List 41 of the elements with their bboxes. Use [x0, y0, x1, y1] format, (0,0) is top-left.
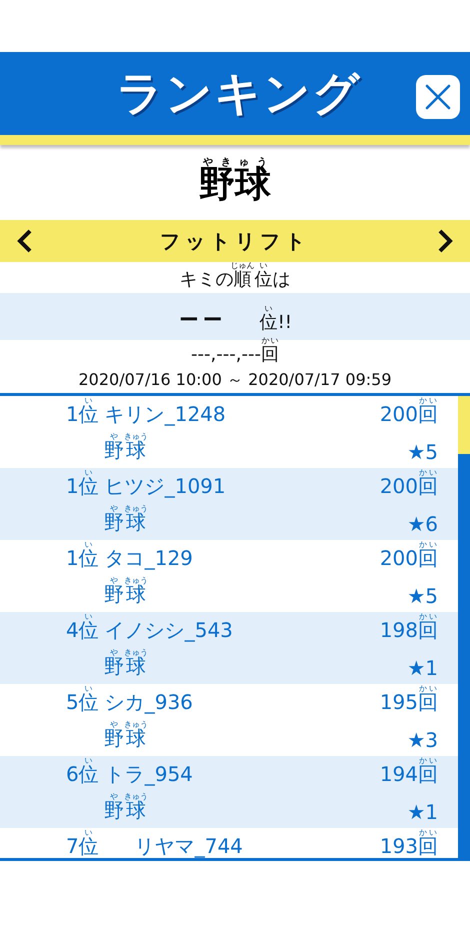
my-rank-value: −− — [178, 304, 226, 334]
scrollbar-thumb[interactable] — [458, 396, 470, 454]
star-count: ★1 — [407, 656, 438, 680]
play-count: 200回 かい — [380, 540, 438, 572]
chevron-right-icon — [437, 229, 453, 253]
star-count: ★3 — [407, 728, 438, 752]
rank-caption: キミの順 じゅん 位 い は — [180, 261, 290, 291]
star-count: ★5 — [407, 584, 438, 608]
rank-label: 4位 い — [66, 612, 99, 644]
scrollbar[interactable] — [458, 396, 470, 858]
ranking-title: ランキング — [116, 64, 362, 122]
play-count: 200回 かい — [380, 396, 438, 428]
play-count: 200回 かい — [380, 468, 438, 500]
star-count: ★5 — [407, 440, 438, 464]
play-count: 194回 かい — [380, 756, 438, 788]
sport-title: 野球 やきゅう — [199, 156, 271, 206]
rank-suffix: 位 い !! — [260, 304, 292, 334]
star-count: ★1 — [407, 800, 438, 824]
rank-label: 1位 い — [66, 396, 99, 428]
rank-label: 7位 い — [66, 828, 99, 858]
ranking-period: 2020/07/16 10:00 ～ 2020/07/17 09:59 — [78, 370, 392, 391]
close-icon — [425, 84, 451, 110]
rank-label: 5位 い — [66, 684, 99, 716]
my-count: ---,---,---回 かい — [191, 336, 279, 366]
player-name: タコ_129 — [104, 545, 193, 572]
play-count: 195回 かい — [380, 684, 438, 716]
play-count: 198回 かい — [380, 612, 438, 644]
player-name: リヤマ_744 — [134, 833, 243, 858]
rank-label: 6位 い — [66, 756, 99, 788]
player-name: キリン_1248 — [104, 401, 226, 428]
close-button[interactable] — [416, 75, 460, 119]
play-count: 193回 かい — [380, 828, 438, 858]
chevron-left-icon — [17, 229, 33, 253]
player-name: シカ_936 — [104, 689, 193, 716]
player-name: トラ_954 — [104, 761, 193, 788]
event-name: フットリフト — [160, 228, 310, 254]
star-count: ★6 — [407, 512, 438, 536]
player-name: イノシシ_543 — [104, 617, 233, 644]
player-name: ヒツジ_1091 — [104, 473, 226, 500]
rank-label: 1位 い — [66, 468, 99, 500]
rank-label: 1位 い — [66, 540, 99, 572]
